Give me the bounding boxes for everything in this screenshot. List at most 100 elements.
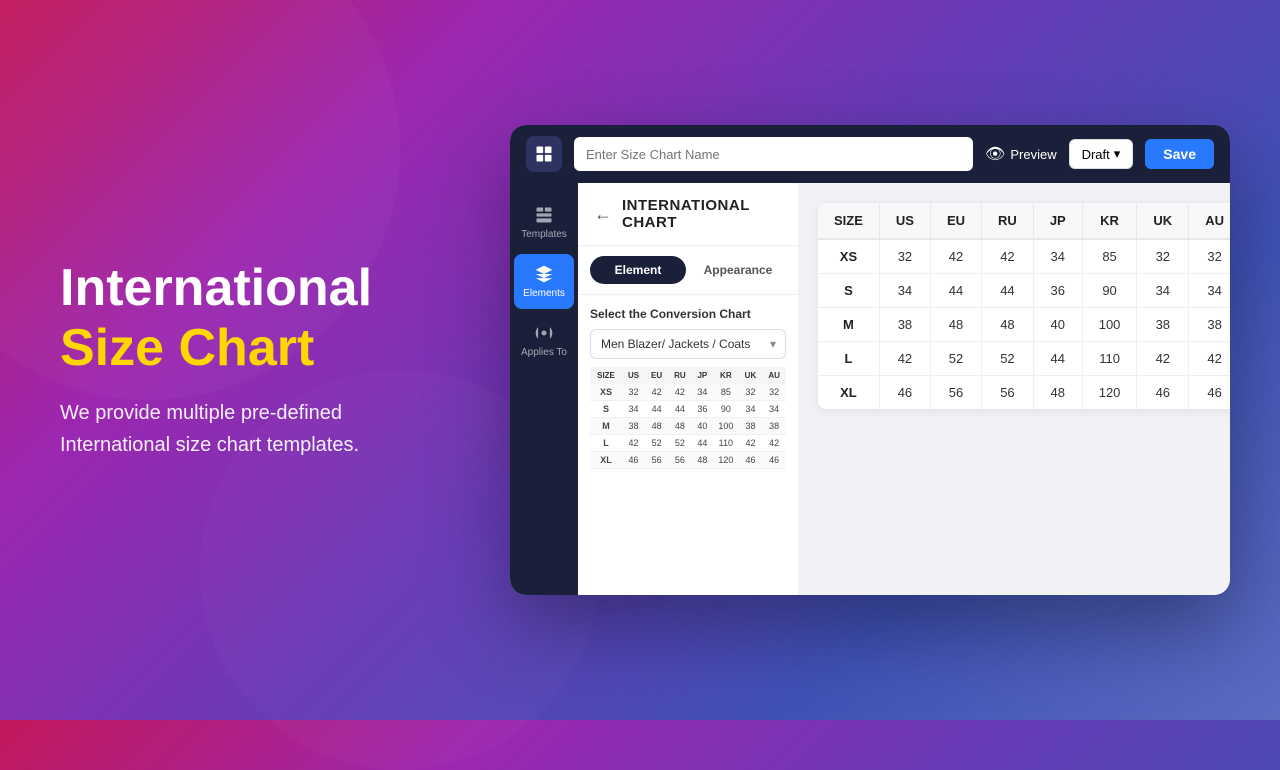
draft-button[interactable]: Draft ▾ <box>1069 139 1134 169</box>
table-cell: 32 <box>1189 239 1230 274</box>
table-cell: 56 <box>930 376 981 410</box>
table-cell: 85 <box>1082 239 1137 274</box>
sidebar: Templates Elements Applies To <box>510 183 578 595</box>
mini-table-row: L425252441104242 <box>590 435 786 452</box>
table-cell: 32 <box>1137 239 1189 274</box>
heading-white: International <box>60 259 372 317</box>
chevron-down-icon: ▾ <box>1114 146 1121 162</box>
mini-table-cell: 90 <box>713 401 739 418</box>
sidebar-item-applies-to[interactable]: Applies To <box>514 313 574 368</box>
table-row: S34444436903434 <box>818 274 1230 308</box>
table-cell: 44 <box>1033 342 1082 376</box>
table-cell: XS <box>818 239 879 274</box>
app-window: 👁 Preview Draft ▾ Save Templates <box>510 125 1230 595</box>
conversion-select-wrapper[interactable]: Men Blazer/ Jackets / Coats <box>590 329 786 359</box>
mini-table-header-cell: EU <box>645 367 668 384</box>
table-cell: L <box>818 342 879 376</box>
mini-table-cell: 34 <box>692 384 713 401</box>
mini-table-cell: 48 <box>692 452 713 469</box>
mini-table-header-cell: AU <box>762 367 786 384</box>
mini-table-header-cell: JP <box>692 367 713 384</box>
big-table-header-cell: EU <box>930 203 981 239</box>
mini-table-cell: XL <box>590 452 622 469</box>
mini-table-cell: XS <box>590 384 622 401</box>
app-logo-icon <box>526 136 562 172</box>
tab-appearance[interactable]: Appearance <box>690 256 786 284</box>
mini-table-cell: 46 <box>739 452 763 469</box>
mini-table-cell: M <box>590 418 622 435</box>
mini-table: SIZEUSEURUJPKRUKAU XS32424234853232S3444… <box>590 367 786 469</box>
mini-table-header-cell: SIZE <box>590 367 622 384</box>
table-cell: 38 <box>1137 308 1189 342</box>
big-table-header-cell: UK <box>1137 203 1189 239</box>
top-bar: 👁 Preview Draft ▾ Save <box>510 125 1230 183</box>
big-table-header-cell: RU <box>982 203 1034 239</box>
mini-table-cell: 32 <box>762 384 786 401</box>
mini-table-cell: 34 <box>739 401 763 418</box>
preview-label: Preview <box>1010 147 1056 162</box>
mini-table-cell: 52 <box>645 435 668 452</box>
conversion-select[interactable]: Men Blazer/ Jackets / Coats <box>590 329 786 359</box>
mini-table-cell: 32 <box>739 384 763 401</box>
big-table-header-cell: SIZE <box>818 203 879 239</box>
table-row: M384848401003838 <box>818 308 1230 342</box>
conversion-value: Men Blazer/ Jackets / Coats <box>601 337 750 351</box>
mini-table-header-cell: UK <box>739 367 763 384</box>
table-cell: M <box>818 308 879 342</box>
table-cell: S <box>818 274 879 308</box>
table-cell: 34 <box>1189 274 1230 308</box>
mini-table-cell: 40 <box>692 418 713 435</box>
sidebar-label-elements: Elements <box>523 288 565 299</box>
table-cell: 46 <box>879 376 930 410</box>
table-cell: 42 <box>982 239 1034 274</box>
sidebar-item-templates[interactable]: Templates <box>514 195 574 250</box>
mini-table-cell: 38 <box>739 418 763 435</box>
back-button[interactable]: ← <box>594 204 612 225</box>
chart-header: ← INTERNATIONAL CHART <box>578 183 798 246</box>
table-cell: 38 <box>1189 308 1230 342</box>
tab-element[interactable]: Element <box>590 256 686 284</box>
table-cell: 90 <box>1082 274 1137 308</box>
mini-table-header-row: SIZEUSEURUJPKRUKAU <box>590 367 786 384</box>
mini-table-cell: 42 <box>762 435 786 452</box>
eye-icon: 👁 <box>985 144 1005 164</box>
heading-yellow: Size Chart <box>60 319 440 379</box>
mini-table-cell: 34 <box>762 401 786 418</box>
mini-table-header-cell: KR <box>713 367 739 384</box>
preview-area: SIZEUSEURUJPKRUKAU XS32424234853232S3444… <box>798 183 1230 595</box>
left-panel: ← INTERNATIONAL CHART Element Appearance… <box>578 183 798 595</box>
mini-table-cell: 48 <box>668 418 692 435</box>
mini-table-header-cell: RU <box>668 367 692 384</box>
sidebar-item-elements[interactable]: Elements <box>514 254 574 309</box>
left-content: International Size Chart We provide mult… <box>60 259 440 461</box>
description-text: We provide multiple pre-defined Internat… <box>60 397 440 461</box>
mini-table-body: XS32424234853232S34444436903434M38484840… <box>590 384 786 469</box>
preview-button[interactable]: 👁 Preview <box>985 144 1057 164</box>
table-cell: 32 <box>879 239 930 274</box>
big-table-header-cell: US <box>879 203 930 239</box>
table-cell: 46 <box>1189 376 1230 410</box>
mini-table-cell: 46 <box>762 452 786 469</box>
mini-table-cell: 48 <box>645 418 668 435</box>
table-cell: 52 <box>930 342 981 376</box>
mini-table-cell: 100 <box>713 418 739 435</box>
mini-table-cell: 56 <box>668 452 692 469</box>
mini-table-cell: 110 <box>713 435 739 452</box>
big-table-header-cell: JP <box>1033 203 1082 239</box>
mini-table-cell: 34 <box>622 401 645 418</box>
chart-name-input[interactable] <box>574 137 973 171</box>
mini-table-cell: 42 <box>622 435 645 452</box>
table-row: L425252441104242 <box>818 342 1230 376</box>
table-cell: 56 <box>982 376 1034 410</box>
table-cell: 44 <box>982 274 1034 308</box>
mini-table-cell: 42 <box>739 435 763 452</box>
draft-label: Draft <box>1082 147 1110 162</box>
table-cell: 42 <box>1189 342 1230 376</box>
mini-table-cell: 42 <box>645 384 668 401</box>
table-cell: 48 <box>1033 376 1082 410</box>
chart-title: INTERNATIONAL CHART <box>622 197 782 231</box>
conversion-section: Select the Conversion Chart Men Blazer/ … <box>578 295 798 481</box>
save-button[interactable]: Save <box>1145 139 1214 169</box>
big-table-body: XS32424234853232S34444436903434M38484840… <box>818 239 1230 409</box>
table-cell: XL <box>818 376 879 410</box>
